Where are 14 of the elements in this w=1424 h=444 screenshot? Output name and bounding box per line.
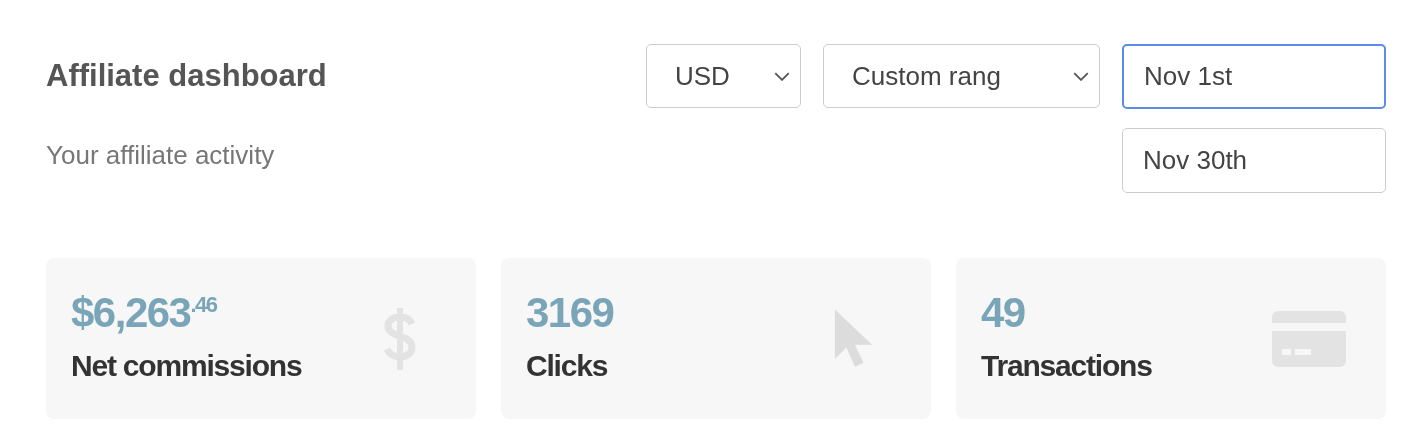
page-title: Affiliate dashboard xyxy=(46,58,327,94)
page-subtitle: Your affiliate activity xyxy=(46,140,276,171)
currency-select[interactable]: USD xyxy=(646,44,801,108)
stat-label: Net commissions xyxy=(71,348,302,383)
stat-value: $6,263$^{.46}$ xyxy=(71,288,218,337)
date-field[interactable]: Nov 1st xyxy=(1122,44,1386,109)
caret-icon xyxy=(774,71,790,81)
caret-icon xyxy=(1073,71,1089,81)
date-field[interactable]: Nov 30th xyxy=(1122,128,1386,193)
range-select[interactable]: Custom rang xyxy=(823,44,1100,108)
stat-label: Transactions xyxy=(981,348,1152,383)
stat-label: Clicks xyxy=(526,348,609,383)
stat-value: 3169 xyxy=(526,288,614,337)
stat-value: 49 xyxy=(981,288,1026,337)
